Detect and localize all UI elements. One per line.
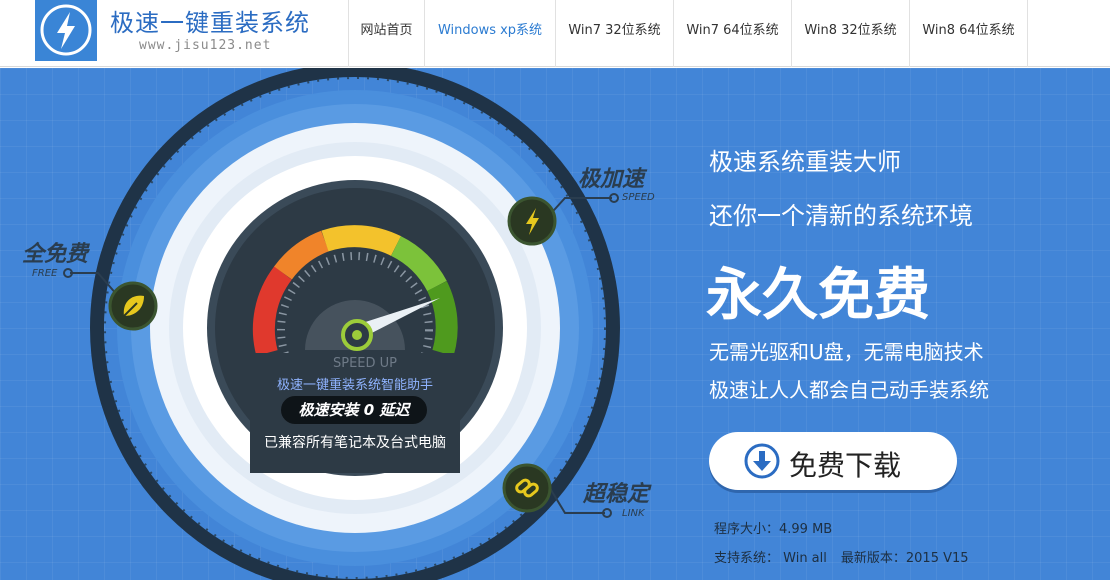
install-pill: 极速安装 0 延迟 xyxy=(280,395,428,425)
site-logo[interactable] xyxy=(35,0,97,61)
nav-windows-xp[interactable]: Windows xp系统 xyxy=(425,0,556,67)
feature-stable-label: 超稳定 xyxy=(583,482,650,507)
feature-free-en: FREE xyxy=(32,268,58,279)
nav-home[interactable]: 网站首页 xyxy=(349,0,425,67)
lightning-icon xyxy=(507,196,557,246)
lightning-bolt-icon xyxy=(40,4,92,56)
link-icon xyxy=(502,463,552,513)
promo-heading-2: 还你一个清新的系统环境 xyxy=(709,202,973,230)
gauge-needle-center xyxy=(352,330,362,340)
system-info: 支持系统： Win all 最新版本：2015 V15 xyxy=(714,547,969,566)
speed-up-label: SPEED UP xyxy=(332,356,398,371)
feature-speed-label: 极加速 xyxy=(578,167,645,192)
feature-stable-en: LINK xyxy=(622,508,645,519)
leaf-icon xyxy=(108,281,158,331)
promo-desc-2: 极速让人人都会自己动手装系统 xyxy=(709,378,989,402)
compat-label: 已兼容所有笔记本及台式电脑 xyxy=(264,435,446,451)
download-arrow-icon xyxy=(744,443,780,479)
hero-banner: 全免费 FREE 极加速 SPEED 超稳定 LINK SPEED UP 极速一… xyxy=(0,68,1110,580)
nav-win8-32[interactable]: Win8 32位系统 xyxy=(792,0,910,67)
program-size: 程序大小：4.99 MB xyxy=(714,522,833,537)
site-title[interactable]: 极速一键重装系统 xyxy=(110,3,310,38)
promo-heading-1: 极速系统重装大师 xyxy=(709,148,901,176)
main-nav: 网站首页 Windows xp系统 Win7 32位系统 Win7 64位系统 … xyxy=(348,0,1028,67)
feature-speed-en: SPEED xyxy=(622,192,655,203)
nav-win7-64[interactable]: Win7 64位系统 xyxy=(674,0,792,67)
support-system: 支持系统： Win all xyxy=(714,551,827,566)
promo-big-free: 永久免费 xyxy=(706,263,930,328)
nav-win8-64[interactable]: Win8 64位系统 xyxy=(910,0,1028,67)
download-label: 免费下载 xyxy=(789,449,902,482)
nav-win7-32[interactable]: Win7 32位系统 xyxy=(556,0,674,67)
download-button[interactable]: 免费下载 xyxy=(709,432,957,490)
promo-desc-1: 无需光驱和U盘，无需电脑技术 xyxy=(709,340,984,364)
feature-free-label: 全免费 xyxy=(22,242,89,267)
site-header: 极速一键重装系统 www.jisu123.net 网站首页 Windows xp… xyxy=(0,0,1110,67)
assistant-label: 极速一键重装系统智能助手 xyxy=(276,378,433,393)
site-url: www.jisu123.net xyxy=(139,38,272,53)
latest-version: 最新版本：2015 V15 xyxy=(840,551,969,566)
